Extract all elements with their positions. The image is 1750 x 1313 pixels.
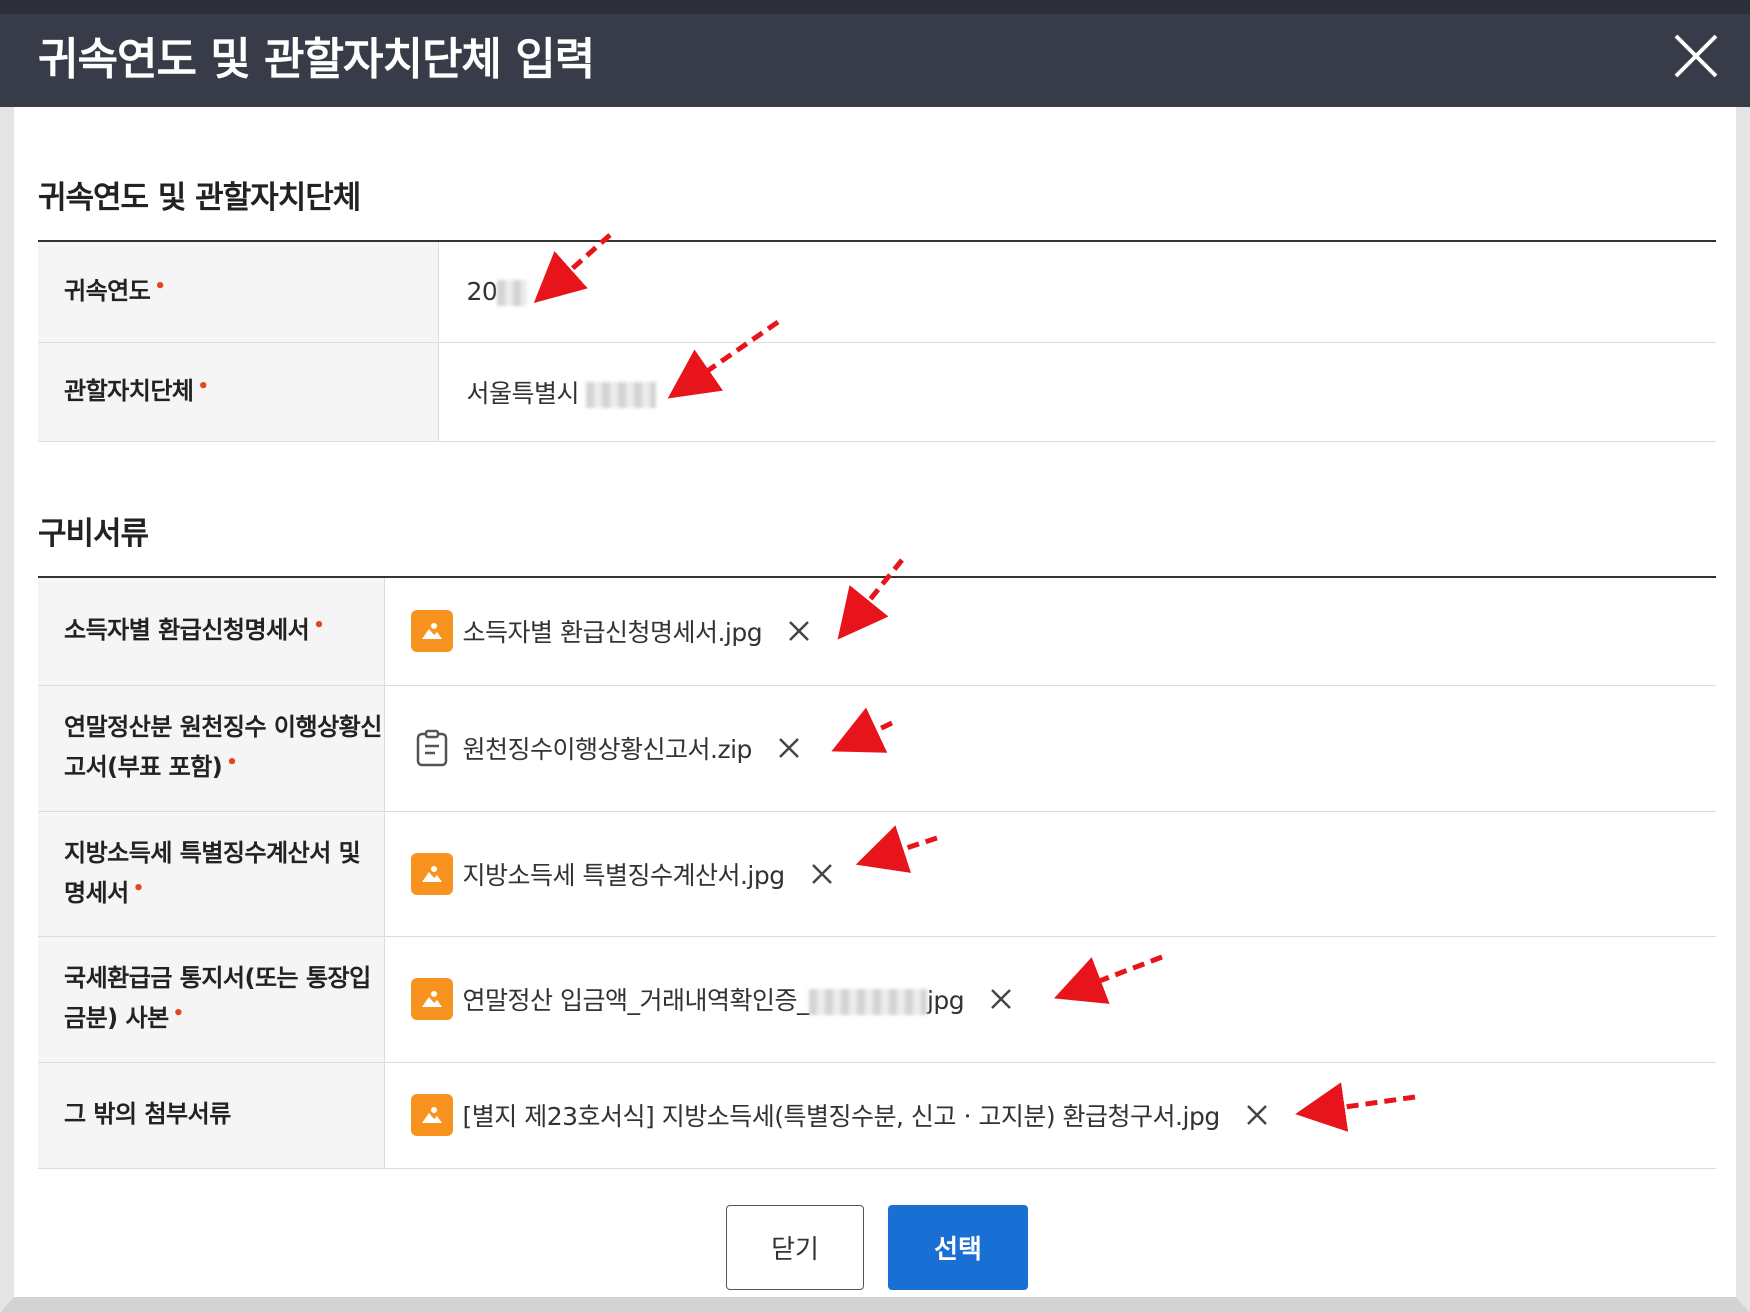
image-file-icon [410, 610, 453, 653]
attached-file: 연말정산 입금액_거래내역확인증_ jpg [410, 978, 1717, 1020]
field-label-document: 소득자별 환급신청명세서 • [38, 577, 385, 686]
table-row: 연말정산분 원천징수 이행상황신고서(부표 포함) • 원천징수이행상황신고서.z… [38, 685, 1717, 812]
remove-file-icon[interactable] [807, 859, 837, 889]
select-button[interactable]: 선택 [888, 1205, 1028, 1290]
field-label-municipality: 관할자치단체 • [38, 342, 439, 442]
field-label-document: 연말정산분 원천징수 이행상황신고서(부표 포함) • [38, 685, 385, 812]
required-mark: • [313, 615, 325, 637]
required-mark: • [197, 375, 209, 397]
remove-file-icon[interactable] [784, 616, 814, 646]
documents-table: 소득자별 환급신청명세서 • 소득자별 환급신청명세서.jpg 연말정산분 원천징… [38, 576, 1716, 1169]
section-title-attribution: 귀속연도 및 관할자치단체 [38, 180, 361, 216]
field-label-year: 귀속연도 • [38, 241, 439, 343]
modal-header: 귀속연도 및 관할자치단체 입력 [0, 0, 1750, 107]
table-row: 국세환급금 통지서(또는 통장입금분) 사본 • 연말정산 입금액_거래내역확인증… [38, 936, 1717, 1063]
image-file-icon [410, 852, 453, 895]
field-label-document: 지방소득세 특별징수계산서 및 명세서 • [38, 811, 385, 937]
table-row: 귀속연도 • 20 [38, 241, 1716, 343]
redacted-text [586, 381, 657, 408]
file-name[interactable]: 지방소득세 특별징수계산서.jpg [463, 856, 786, 892]
close-icon[interactable] [1666, 26, 1726, 86]
close-button[interactable]: 닫기 [726, 1205, 864, 1290]
image-file-icon [410, 1094, 453, 1136]
attribution-table: 귀속연도 • 20 관할자치단체 • 서울특별시 [38, 240, 1716, 442]
required-mark: • [154, 275, 166, 297]
file-name[interactable]: 연말정산 입금액_거래내역확인증_ jpg [463, 981, 965, 1017]
file-name[interactable]: [별지 제23호서식] 지방소득세(특별징수분, 신고ㆍ고지분) 환급청구서.j… [463, 1097, 1221, 1133]
field-value-municipality: 서울특별시 [438, 342, 1716, 442]
remove-file-icon[interactable] [986, 984, 1016, 1014]
table-row: 관할자치단체 • 서울특별시 [38, 342, 1716, 442]
file-name[interactable]: 원천징수이행상황신고서.zip [463, 730, 753, 766]
table-row: 지방소득세 특별징수계산서 및 명세서 • 지방소득세 특별징수계산서.jpg [38, 811, 1717, 937]
redacted-text [497, 280, 528, 307]
redacted-text [808, 989, 927, 1015]
field-label-document: 그 밖의 첨부서류 [38, 1062, 385, 1169]
attached-file: 소득자별 환급신청명세서.jpg [410, 610, 1717, 653]
required-mark: • [226, 752, 238, 773]
field-label-document: 국세환급금 통지서(또는 통장입금분) 사본 • [38, 936, 385, 1063]
modal-dialog: 귀속연도 및 관할자치단체 입력 귀속연도 및 관할자치단체 귀속연도 • 20 … [0, 0, 1750, 1313]
field-value-year: 20 [438, 241, 1716, 343]
attached-file: 원천징수이행상황신고서.zip [411, 727, 1717, 769]
required-mark: • [132, 877, 145, 899]
table-row: 소득자별 환급신청명세서 • 소득자별 환급신청명세서.jpg [38, 577, 1717, 686]
attached-file: [별지 제23호서식] 지방소득세(특별징수분, 신고ㆍ고지분) 환급청구서.j… [410, 1094, 1717, 1136]
file-name[interactable]: 소득자별 환급신청명세서.jpg [463, 613, 763, 649]
attached-file: 지방소득세 특별징수계산서.jpg [410, 852, 1717, 895]
remove-file-icon[interactable] [774, 733, 804, 763]
section-title-documents: 구비서류 [38, 516, 149, 552]
required-mark: • [172, 1003, 185, 1024]
image-file-icon [410, 978, 453, 1020]
document-file-icon [411, 727, 453, 769]
table-row: 그 밖의 첨부서류 [별지 제23호서식] 지방소득세(특별징수분, 신고ㆍ고지… [38, 1062, 1717, 1169]
modal-title: 귀속연도 및 관할자치단체 입력 [38, 34, 595, 85]
remove-file-icon[interactable] [1242, 1100, 1272, 1130]
